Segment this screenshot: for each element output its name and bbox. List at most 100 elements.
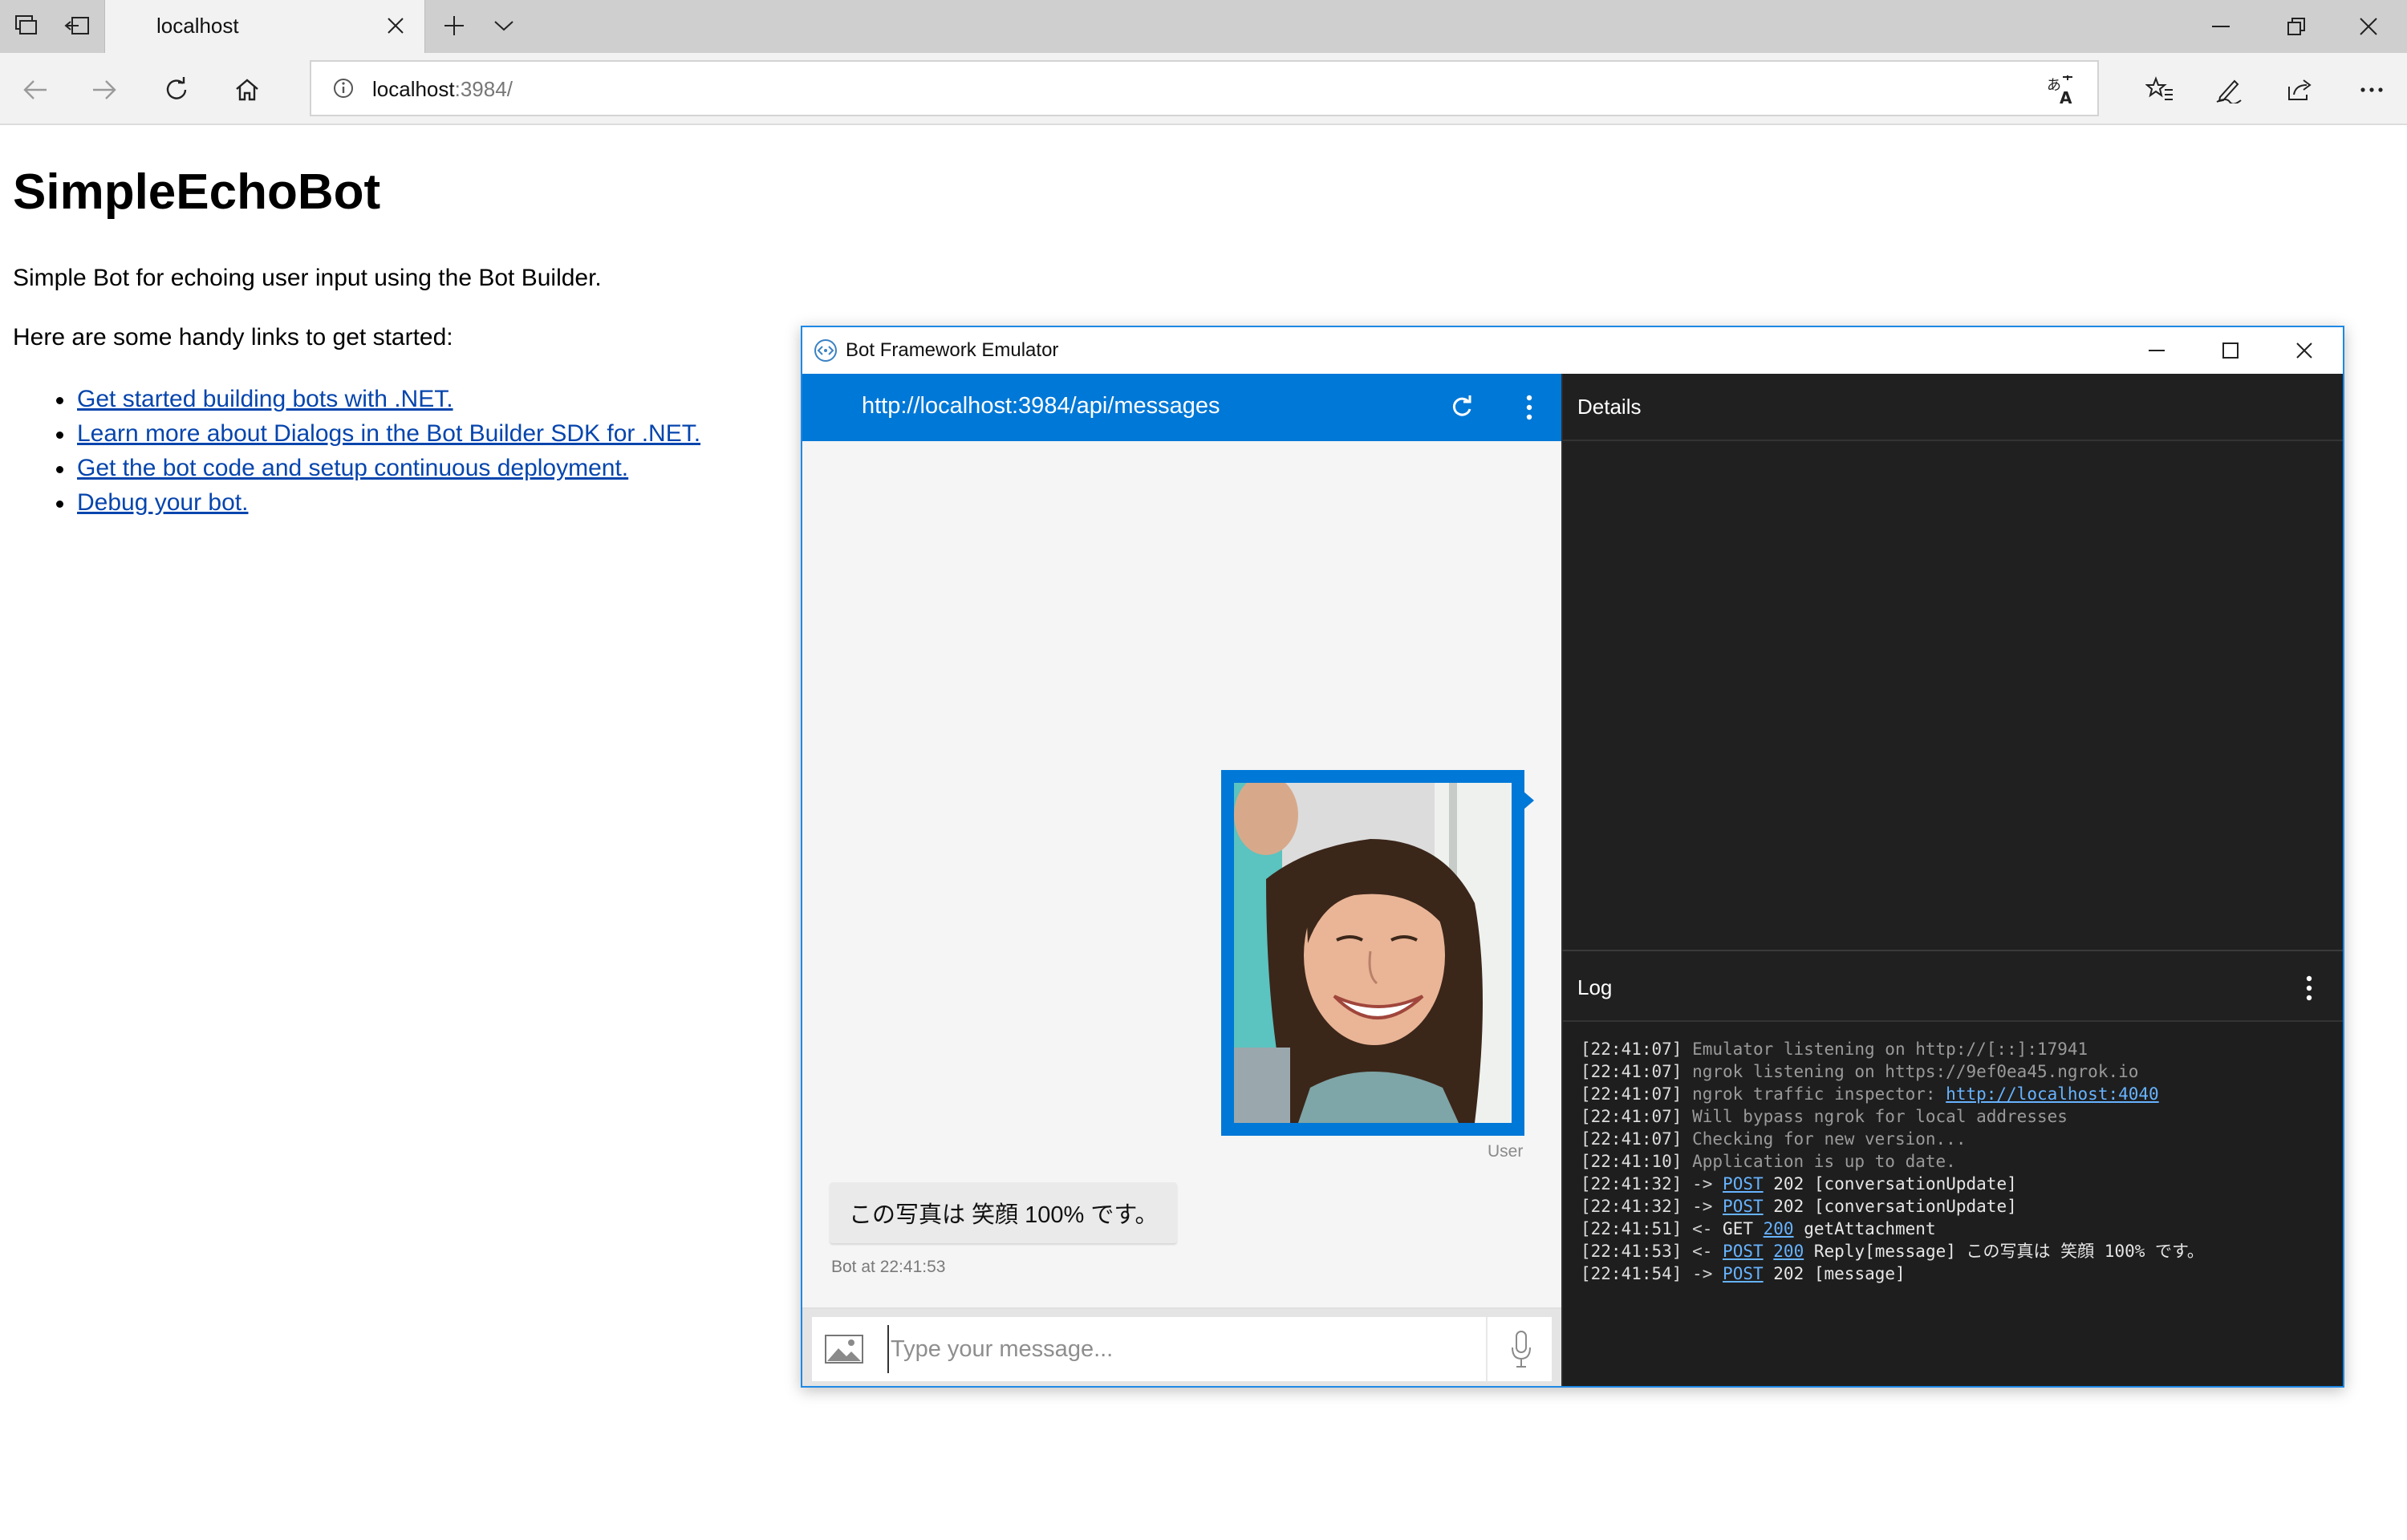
log-direction: ->: [1692, 1264, 1713, 1283]
user-image-message[interactable]: [1221, 770, 1524, 1136]
details-title: Details: [1577, 395, 1642, 419]
emulator-logo-icon: [814, 338, 838, 363]
link-bot-code-deployment[interactable]: Get the bot code and setup continuous de…: [77, 455, 628, 481]
refresh-icon[interactable]: [156, 69, 197, 111]
log-line: [22:41:07] Will bypass ngrok for local a…: [1581, 1105, 2204, 1128]
log-status[interactable]: 200: [1773, 1242, 1804, 1261]
notes-pen-icon[interactable]: [2208, 69, 2250, 111]
emulator-maximize-icon[interactable]: [2206, 332, 2255, 369]
minimize-icon[interactable]: [2198, 8, 2243, 45]
tab-preview-icon[interactable]: [10, 11, 42, 40]
log-line: [22:41:53] <- POST 200 Reply[message] この…: [1581, 1240, 2204, 1262]
chat-menu-icon[interactable]: [1512, 390, 1547, 425]
log-direction: ->: [1692, 1197, 1713, 1216]
log-timestamp: [22:41:51]: [1581, 1219, 1682, 1238]
list-item: Learn more about Dialogs in the Bot Buil…: [55, 416, 700, 451]
upload-image-icon[interactable]: [822, 1328, 867, 1370]
log-timestamp: [22:41:32]: [1581, 1174, 1682, 1194]
log-http-verb[interactable]: POST: [1723, 1197, 1764, 1216]
tab-localhost[interactable]: localhost: [104, 0, 425, 53]
log-line: [22:41:51] <- GET 200 getAttachment: [1581, 1218, 2204, 1240]
restore-icon[interactable]: [2274, 8, 2319, 45]
log-timestamp: [22:41:07]: [1581, 1040, 1682, 1059]
refresh-conversation-icon[interactable]: [1444, 390, 1480, 425]
page-title: SimpleEchoBot: [13, 164, 381, 220]
log-direction: <-: [1692, 1242, 1713, 1261]
link-debug-bot[interactable]: Debug your bot.: [77, 489, 248, 516]
bot-timestamp: Bot at 22:41:53: [831, 1258, 946, 1276]
set-aside-tabs-icon[interactable]: [61, 11, 93, 40]
home-icon[interactable]: [226, 69, 268, 111]
emulator-title: Bot Framework Emulator: [846, 339, 1059, 361]
emulator-titlebar[interactable]: Bot Framework Emulator: [802, 327, 2343, 374]
log-header: Log: [1563, 951, 2343, 1022]
browser-navigation-bar: localhost:3984/ あA: [0, 53, 2407, 125]
log-message: Emulator listening on http://[::]:17941: [1692, 1040, 2088, 1059]
favorites-icon[interactable]: [2139, 69, 2181, 111]
getting-started-links: Get started building bots with .NET. Lea…: [55, 382, 700, 520]
chat-pane: http://localhost:3984/api/messages User …: [802, 374, 1561, 1386]
list-item: Get the bot code and setup continuous de…: [55, 451, 700, 485]
log-menu-icon[interactable]: [2293, 971, 2325, 1006]
address-bar[interactable]: localhost:3984/ あA: [310, 60, 2099, 116]
log-http-verb[interactable]: POST: [1723, 1174, 1764, 1194]
close-window-icon[interactable]: [2346, 8, 2391, 45]
details-header: Details: [1563, 374, 2343, 441]
share-icon[interactable]: [2279, 69, 2320, 111]
log-timestamp: [22:41:10]: [1581, 1152, 1682, 1171]
emulator-window: Bot Framework Emulator http://localhost:…: [801, 326, 2344, 1388]
info-icon[interactable]: [332, 77, 356, 101]
input-divider: [1486, 1317, 1488, 1381]
more-options-icon[interactable]: [2351, 69, 2393, 111]
log-timestamp: [22:41:07]: [1581, 1129, 1682, 1149]
bot-message-bubble[interactable]: この写真は 笑顔 100% です。: [830, 1182, 1178, 1243]
log-timestamp: [22:41:54]: [1581, 1264, 1682, 1283]
log-detail: [conversationUpdate]: [1813, 1197, 2017, 1216]
bot-message-text: この写真は 笑顔 100% です。: [849, 1202, 1159, 1228]
browser-tab-strip: localhost: [0, 0, 2407, 53]
address-text: localhost:3984/: [372, 77, 513, 102]
log-direction: <-: [1692, 1219, 1713, 1238]
log-pane: Log [22:41:07] Emulator listening on htt…: [1561, 950, 2343, 1386]
details-pane: Details: [1561, 374, 2343, 950]
log-line: [22:41:07] Emulator listening on http://…: [1581, 1038, 2204, 1060]
link-get-started-dotnet[interactable]: Get started building bots with .NET.: [77, 386, 453, 412]
log-link[interactable]: http://localhost:4040: [1946, 1084, 2159, 1104]
forward-icon[interactable]: [83, 69, 125, 111]
page-description: Simple Bot for echoing user input using …: [13, 265, 602, 291]
log-status[interactable]: 200: [1764, 1219, 1794, 1238]
log-title: Log: [1577, 975, 1613, 999]
chat-header: http://localhost:3984/api/messages: [802, 374, 1561, 441]
log-detail: Reply[message] この写真は 笑顔 100% です。: [1813, 1242, 2204, 1261]
link-learn-dialogs[interactable]: Learn more about Dialogs in the Bot Buil…: [77, 420, 700, 447]
new-tab-icon[interactable]: [438, 11, 470, 40]
log-message: Application is up to date.: [1692, 1152, 1956, 1171]
tab-list-chevron-icon[interactable]: [488, 11, 520, 40]
log-direction: ->: [1692, 1174, 1713, 1194]
log-timestamp: [22:41:32]: [1581, 1197, 1682, 1216]
endpoint-url[interactable]: http://localhost:3984/api/messages: [862, 393, 1220, 419]
microphone-icon[interactable]: [1499, 1328, 1544, 1370]
page-intro: Here are some handy links to get started…: [13, 324, 453, 351]
log-line: [22:41:32] -> POST 202 [conversationUpda…: [1581, 1173, 2204, 1195]
log-line: [22:41:10] Application is up to date.: [1581, 1150, 2204, 1173]
emulator-close-icon[interactable]: [2280, 332, 2328, 369]
user-message-pointer: [1523, 791, 1534, 810]
back-icon[interactable]: [14, 69, 56, 111]
emulator-minimize-icon[interactable]: [2133, 332, 2181, 369]
address-path: :3984/: [454, 77, 513, 101]
tab-title: localhost: [156, 14, 239, 38]
log-timestamp: [22:41:07]: [1581, 1084, 1682, 1104]
log-entries: [22:41:07] Emulator listening on http://…: [1581, 1038, 2204, 1285]
user-label: User: [1488, 1142, 1524, 1161]
translate-icon[interactable]: あA: [2044, 73, 2078, 107]
message-input[interactable]: [887, 1325, 1481, 1373]
log-http-verb: GET: [1723, 1219, 1753, 1238]
log-detail: [message]: [1813, 1264, 1906, 1283]
log-http-verb[interactable]: POST: [1723, 1264, 1764, 1283]
log-http-verb[interactable]: POST: [1723, 1242, 1764, 1261]
close-tab-icon[interactable]: [381, 11, 410, 40]
list-item: Debug your bot.: [55, 485, 700, 520]
log-timestamp: [22:41:53]: [1581, 1242, 1682, 1261]
log-message: Checking for new version...: [1692, 1129, 1967, 1149]
